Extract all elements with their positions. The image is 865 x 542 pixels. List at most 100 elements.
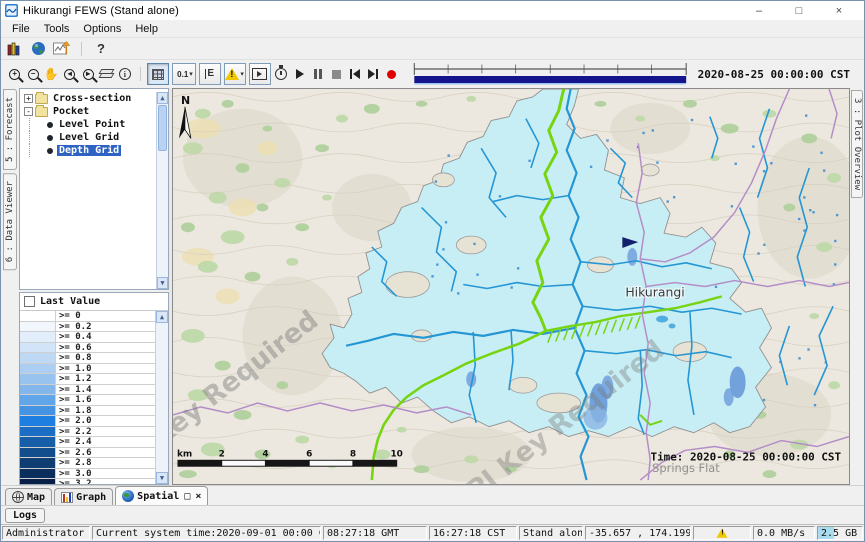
legend-swatch <box>20 406 56 416</box>
menu-item[interactable]: Tools <box>37 22 77 36</box>
record-movie-button[interactable] <box>384 64 399 84</box>
tree-node-cross-section[interactable]: + Cross-section <box>20 92 156 105</box>
legend-label: >= 2.0 <box>56 416 155 426</box>
scroll-down-icon[interactable]: ▼ <box>157 277 168 289</box>
legend-swatch <box>20 437 56 447</box>
left-dock-strip: 5 : Forecast 6 : Data Viewer <box>1 88 19 485</box>
legend-row: >= 1.6 <box>20 395 155 406</box>
tab-data-viewer[interactable]: 6 : Data Viewer <box>3 173 17 270</box>
zoom-out-icon[interactable]: − <box>25 64 40 84</box>
legend-swatch <box>20 385 56 395</box>
close-button[interactable]: × <box>828 5 850 17</box>
legend-row: >= 0.6 <box>20 343 155 354</box>
zoom-previous-icon[interactable]: ◂ <box>62 64 77 84</box>
scrollbar-thumb[interactable] <box>158 105 167 151</box>
skip-to-end-button[interactable] <box>365 64 380 84</box>
info-icon[interactable]: i <box>117 64 132 84</box>
scroll-down-icon[interactable]: ▼ <box>156 472 168 484</box>
layers-icon[interactable] <box>99 64 114 84</box>
zoom-next-icon[interactable]: ▸ <box>80 64 95 84</box>
status-local-time: 16:27:18 CST <box>429 526 517 540</box>
legend-swatch <box>20 427 56 437</box>
legend-row: >= 2.0 <box>20 416 155 427</box>
legend-panel: Last Value >= 0 >= 0.2 <box>19 292 169 485</box>
tab-map[interactable]: Map <box>5 488 52 505</box>
tab-close-icon[interactable]: × <box>195 491 201 502</box>
status-coordinates: -35.657 , 174.199 <box>585 526 691 540</box>
tab-graph[interactable]: Graph <box>54 488 113 505</box>
legend-swatch <box>20 469 56 479</box>
tree-scrollbar[interactable]: ▲ ▼ <box>156 92 168 289</box>
tree-node-level-grid[interactable]: Level Grid <box>20 131 156 144</box>
legend-swatch <box>20 416 56 426</box>
animation-panel-button[interactable] <box>249 63 271 85</box>
legend-swatch <box>20 364 56 374</box>
menu-item[interactable]: Options <box>76 22 128 36</box>
status-user: Administrator <box>2 526 90 540</box>
zoom-in-icon[interactable]: + <box>7 64 22 84</box>
warning-icon <box>225 68 239 80</box>
tree-node-level-point[interactable]: Level Point <box>20 118 156 131</box>
legend-swatch <box>20 353 56 363</box>
legend-scrollbar[interactable]: ▲ ▼ <box>155 311 168 484</box>
grid-toggle-button[interactable] <box>147 63 169 85</box>
legend-row: >= 2.2 <box>20 427 155 438</box>
legend-list: >= 0 >= 0.2 >= 0.4 <box>20 311 155 484</box>
legend-row: >= 1.2 <box>20 374 155 385</box>
last-value-checkbox[interactable] <box>24 296 35 307</box>
bar-chart-icon <box>61 492 73 503</box>
status-gmt-time: 08:27:18 GMT <box>323 526 427 540</box>
legend-label: >= 0 <box>56 311 155 321</box>
tree-node-depth-grid[interactable]: Depth Grid <box>20 144 156 157</box>
legend-swatch <box>20 374 56 384</box>
legend-row: >= 2.8 <box>20 458 155 469</box>
legend-label: >= 3.0 <box>56 469 155 479</box>
scroll-up-icon[interactable]: ▲ <box>157 92 168 104</box>
status-warning-cell[interactable] <box>693 526 751 540</box>
help-button[interactable]: ? <box>92 41 110 57</box>
scale-bar-toggle-button[interactable]: E <box>199 63 221 85</box>
tab-spatial[interactable]: Spatial □ × <box>115 486 208 505</box>
tab-forecast[interactable]: 5 : Forecast <box>3 89 17 170</box>
collapse-icon[interactable]: - <box>24 107 33 116</box>
bottom-tab-bar: Map Graph Spatial □ × <box>1 485 864 505</box>
svg-text:10: 10 <box>390 449 402 459</box>
map-globe-icon[interactable] <box>29 41 47 57</box>
menu-item[interactable]: File <box>5 22 37 36</box>
pan-icon[interactable]: ✋ <box>44 64 59 84</box>
time-slider[interactable] <box>412 62 688 86</box>
legend-row: >= 0 <box>20 311 155 322</box>
layer-bullet-icon <box>47 122 53 128</box>
maximize-button[interactable]: □ <box>788 5 810 17</box>
chevron-down-icon: ▾ <box>240 71 244 78</box>
minimize-button[interactable]: – <box>748 5 770 17</box>
legend-label: >= 3.2 <box>56 479 155 484</box>
scroll-up-icon[interactable]: ▲ <box>156 311 168 323</box>
application-window: Hikurangi FEWS (Stand alone) – □ × FileT… <box>0 0 865 542</box>
globe-icon <box>122 490 134 502</box>
layer-tree: + Cross-section - Pocket Level Point <box>19 88 169 290</box>
tab-maximize-icon[interactable]: □ <box>184 491 190 502</box>
contour-threshold-button[interactable]: 0.1 ▾ <box>172 63 195 85</box>
expand-icon[interactable]: + <box>24 94 33 103</box>
stop-button[interactable] <box>329 64 344 84</box>
status-system-time: Current system time:2020-09-01 00:00 CST <box>92 526 321 540</box>
map-viewport[interactable]: API Key Required API Key Required Hikura… <box>172 88 850 485</box>
explorer-icon[interactable] <box>5 41 23 57</box>
timeseries-display-icon[interactable] <box>53 41 71 57</box>
legend-label: >= 0.2 <box>56 322 155 332</box>
pause-button[interactable] <box>310 64 325 84</box>
svg-text:6: 6 <box>306 449 312 459</box>
tree-node-pocket[interactable]: - Pocket <box>20 105 156 118</box>
skip-to-start-button[interactable] <box>347 64 362 84</box>
title-bar: Hikurangi FEWS (Stand alone) – □ × <box>1 1 864 20</box>
thresholds-warning-button[interactable]: ▾ <box>224 63 246 85</box>
play-button[interactable] <box>292 64 307 84</box>
tab-plot-overview[interactable]: 3 : Plot Overview <box>851 90 863 198</box>
last-value-label: Last Value <box>40 296 100 307</box>
legend-swatch <box>20 458 56 468</box>
layer-bullet-icon <box>47 135 53 141</box>
logs-tab[interactable]: Logs <box>5 508 45 523</box>
menu-item[interactable]: Help <box>128 22 165 36</box>
animation-timer-icon[interactable] <box>274 64 289 84</box>
